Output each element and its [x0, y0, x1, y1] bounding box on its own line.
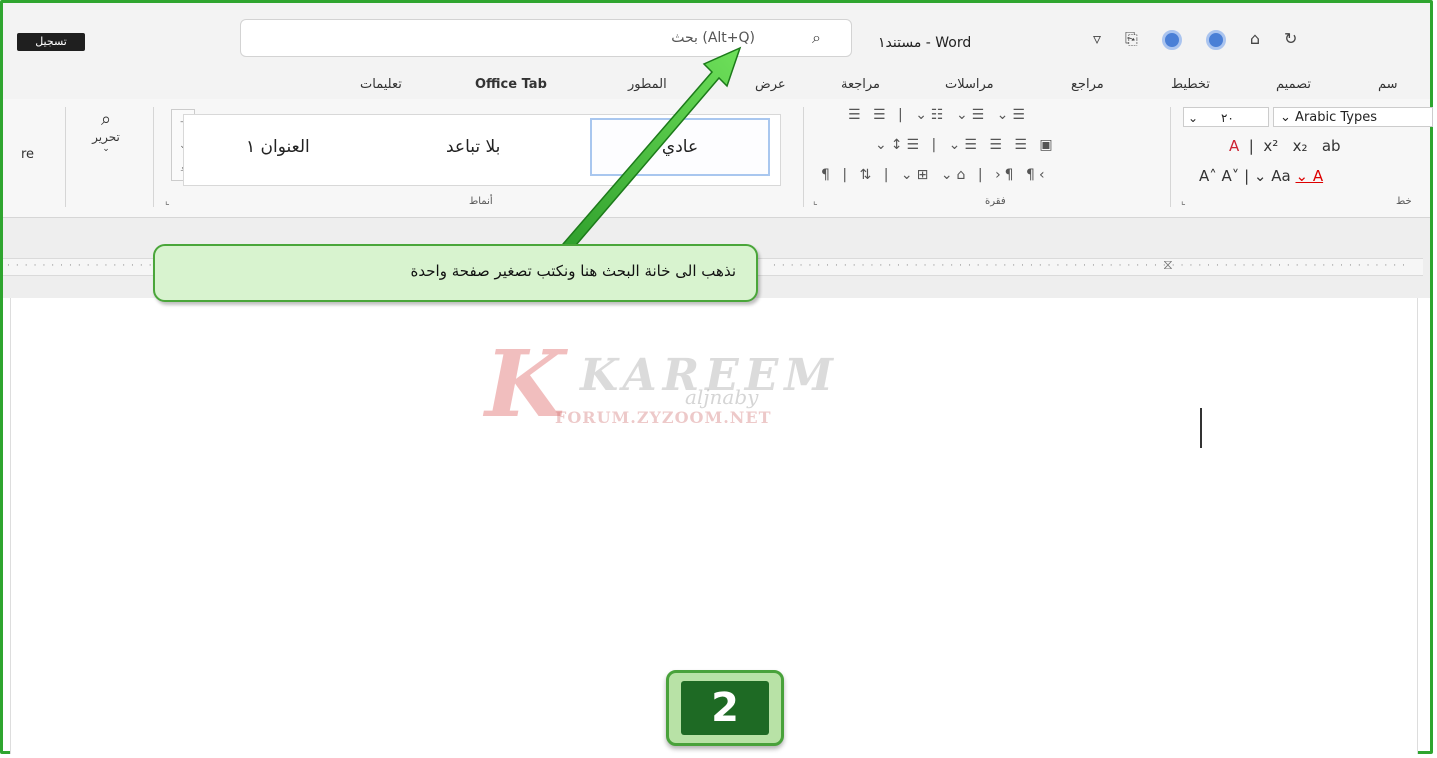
callout-text: نذهب الى خانة البحث هنا ونكتب تصغير صفحة…	[410, 262, 736, 280]
annotation-arrow	[561, 46, 742, 254]
instruction-callout: نذهب الى خانة البحث هنا ونكتب تصغير صفحة…	[153, 244, 758, 302]
step-badge: 2	[666, 670, 784, 746]
step-number: 2	[681, 681, 769, 735]
